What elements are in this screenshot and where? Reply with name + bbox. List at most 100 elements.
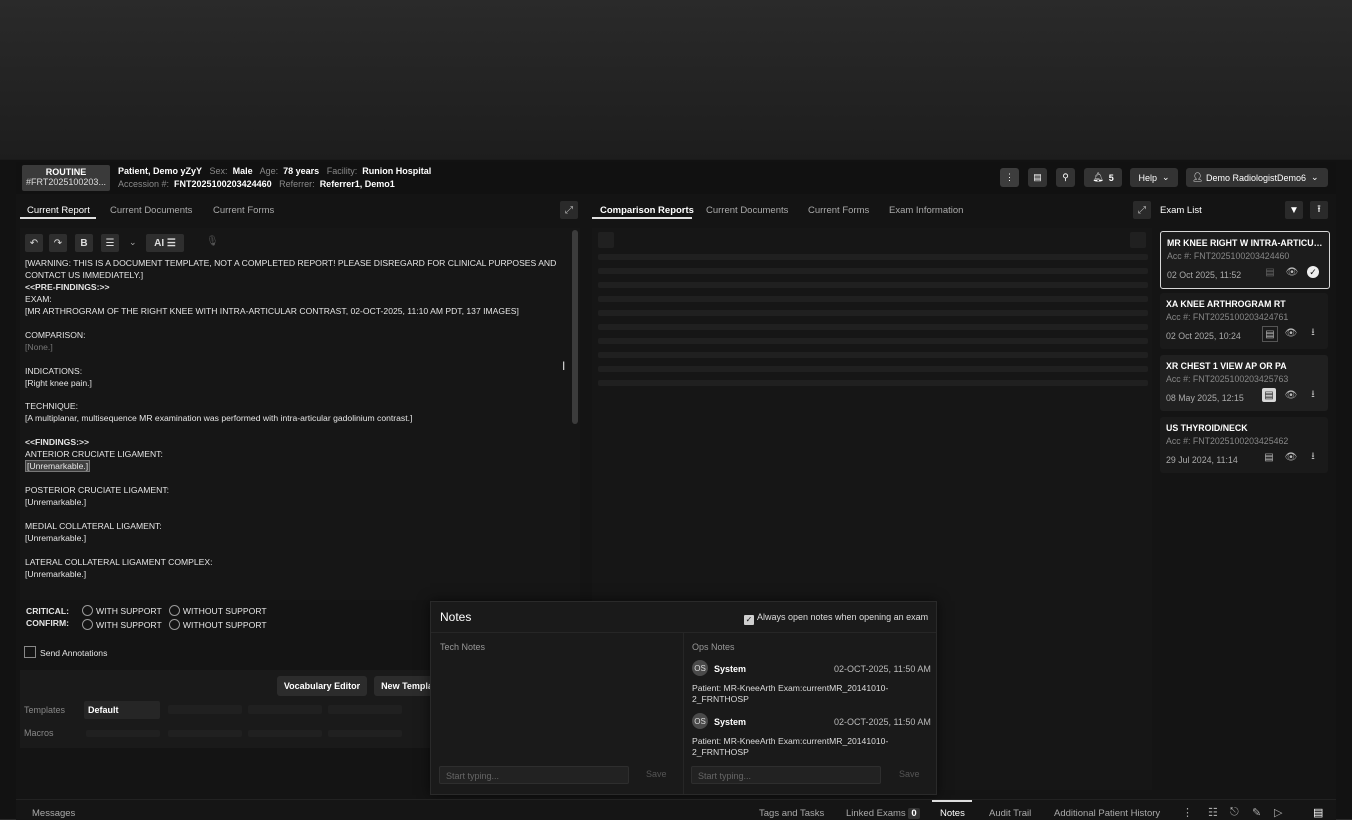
report-line[interactable]: [Unremarkable.] [25,460,91,473]
share-icon[interactable]: ⎋ [1230,806,1239,819]
tech-notes-input[interactable]: Start typing... [439,766,629,784]
help-button[interactable]: Help ⌄ [1130,168,1178,187]
report-line[interactable]: [Right knee pain.] [25,378,92,388]
report-line[interactable]: <<FINDINGS:>> [25,437,89,447]
critical-without-support-radio[interactable] [168,605,180,616]
tab-current-documents-middle[interactable]: Current Documents [706,205,788,216]
report-line[interactable]: EXAM: [25,294,52,304]
check-circle-icon[interactable]: ✓ [1307,266,1319,278]
report-line[interactable]: [None.] [25,342,53,352]
note-text: 2_FRNTHOSP [692,747,749,757]
report-line[interactable]: CONTACT US IMMEDIATELY.] [25,270,143,280]
checklist-icon[interactable]: ☷ [1208,806,1218,819]
send-annotations[interactable]: Send Annotations [24,646,107,658]
exam-card[interactable]: XR CHEST 1 VIEW AP OR PA Acc #: FNT20251… [1160,355,1328,411]
mic-off-icon[interactable]: 🎙︎ [206,236,219,247]
report-line[interactable]: [Unremarkable.] [25,533,86,543]
loading-line [598,352,1148,358]
worklist-button[interactable]: ▤ [1028,168,1047,187]
patient-history-tab[interactable]: Additional Patient History [1054,808,1160,819]
filter-button[interactable]: ▼ [1285,201,1303,219]
exam-card[interactable]: MR KNEE RIGHT W INTRA-ARTICUL... Acc #: … [1160,231,1330,289]
note-author: System [714,717,747,727]
undo-button[interactable]: ↶ [25,234,43,252]
confirm-with-support-radio[interactable] [82,619,93,630]
notification-count: 5 [1108,172,1114,183]
expand-report-button[interactable]: ⤢ [560,201,578,219]
tab-current-documents[interactable]: Current Documents [110,205,192,216]
report-line[interactable]: MEDIAL COLLATERAL LIGAMENT: [25,521,162,531]
document-icon[interactable]: ▤ [1262,388,1276,402]
ops-notes-save-button[interactable]: Save [899,769,920,779]
send-icon[interactable]: ▷ [1274,806,1282,819]
notifications-button[interactable]: 🔔︎ 5 [1084,168,1122,187]
report-line[interactable]: TECHNIQUE: [25,401,78,411]
report-line[interactable]: [Unremarkable.] [25,569,86,579]
exam-accession: Acc #: FNT2025100203425763 [1166,374,1289,384]
report-line[interactable]: [WARNING: THIS IS A DOCUMENT TEMPLATE, N… [25,258,556,268]
user-menu-button[interactable]: 👤︎ Demo RadiologistDemo6 ⌄ [1186,168,1328,187]
list-button[interactable]: ☰ [101,234,119,252]
report-line[interactable]: INDICATIONS: [25,366,82,376]
report-scrollbar[interactable] [572,230,578,424]
download-icon[interactable]: ⭳ [1306,388,1320,402]
export-button[interactable]: ⭱ [1310,201,1328,219]
template-default[interactable]: Default [84,701,160,719]
redo-button[interactable]: ↷ [49,234,67,252]
more-menu-button[interactable]: ⋮ [1000,168,1019,187]
ai-button[interactable]: AI ☰ [146,234,184,252]
document-icon[interactable]: ▤ [1262,450,1276,464]
critical-with-support-radio[interactable] [82,605,93,616]
selected-text[interactable]: [Unremarkable.] [25,460,91,473]
confirm-without-support-radio[interactable] [168,619,180,630]
report-line[interactable]: COMPARISON: [25,330,85,340]
kebab-icon[interactable]: ⋮ [1182,806,1193,819]
tab-current-forms-middle[interactable]: Current Forms [808,205,869,216]
messages-tab[interactable]: Messages [32,808,75,819]
sign-report-icon[interactable]: ▤ [1313,806,1323,819]
document-icon[interactable]: ▤ [1263,265,1277,279]
vocabulary-editor-button[interactable]: Vocabulary Editor [277,676,367,696]
edit-icon[interactable]: ✎ [1252,806,1261,819]
tab-current-forms[interactable]: Current Forms [213,205,274,216]
bold-button[interactable]: B [75,234,93,252]
tags-tasks-tab[interactable]: Tags and Tasks [759,808,824,819]
send-annotations-checkbox[interactable] [24,646,36,658]
report-line[interactable]: ANTERIOR CRUCIATE LIGAMENT: [25,449,163,459]
eye-icon[interactable]: 👁︎ [1284,450,1298,464]
report-line[interactable]: LATERAL COLLATERAL LIGAMENT COMPLEX: [25,557,213,567]
confirm-label: CONFIRM: [26,618,69,628]
referrer-label: Referrer: [279,179,315,189]
report-line[interactable]: POSTERIOR CRUCIATE LIGAMENT: [25,485,169,495]
tech-notes-save-button[interactable]: Save [646,769,667,779]
expand-comparison-button[interactable]: ⤢ [1133,201,1151,219]
tab-exam-information[interactable]: Exam Information [889,205,963,216]
eye-icon[interactable]: 👁︎ [1284,388,1298,402]
report-line[interactable]: [A multiplanar, multisequence MR examina… [25,413,412,423]
download-icon[interactable]: ⭳ [1306,326,1320,340]
report-line[interactable]: [MR ARTHROGRAM OF THE RIGHT KNEE WITH IN… [25,306,519,316]
report-line[interactable]: [Unremarkable.] [25,497,86,507]
audit-trail-tab[interactable]: Audit Trail [989,808,1031,819]
linked-exams-tab[interactable]: Linked Exams 0 [846,808,920,819]
report-line[interactable]: <<PRE-FINDINGS:>> [25,282,110,292]
loading-line [598,254,1148,260]
tab-current-report[interactable]: Current Report [27,205,90,216]
exam-card[interactable]: XA KNEE ARTHROGRAM RT Acc #: FNT20251002… [1160,293,1328,349]
document-icon[interactable]: ▤ [1262,326,1278,342]
exam-card[interactable]: US THYROID/NECK Acc #: FNT20251002034254… [1160,417,1328,473]
macro-placeholder [248,730,322,737]
always-open-notes[interactable]: ✓ Always open notes when opening an exam [744,612,928,625]
notes-tab[interactable]: Notes [940,808,965,819]
always-open-checkbox[interactable]: ✓ [744,615,754,625]
search-button[interactable]: ⚲ [1056,168,1075,187]
eye-icon[interactable]: 👁︎ [1284,326,1298,340]
patient-name[interactable]: Patient, Demo yZyY [118,166,202,176]
list-options-chevron[interactable]: ⌄ [129,237,137,248]
avatar: OS [692,660,708,676]
ops-notes-input[interactable]: Start typing... [691,766,881,784]
eye-icon[interactable]: 👁︎ [1285,265,1299,279]
priority-badge[interactable]: ROUTINE #FRT2025100203... [22,165,110,191]
download-icon[interactable]: ⭳ [1306,450,1320,464]
tab-comparison-reports[interactable]: Comparison Reports [600,205,694,216]
